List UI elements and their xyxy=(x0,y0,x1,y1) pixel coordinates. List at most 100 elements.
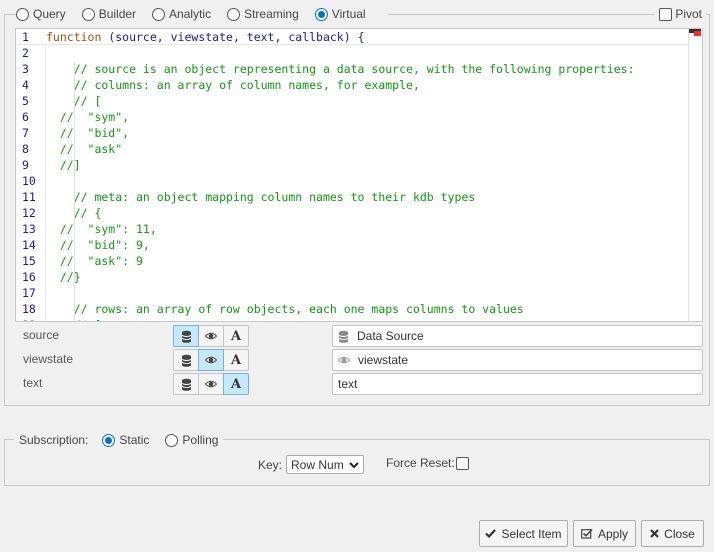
text-type-button[interactable]: A xyxy=(223,349,249,371)
viewstate-type-button[interactable] xyxy=(198,325,224,347)
radio-polling-label: Polling xyxy=(182,433,219,447)
text-icon: A xyxy=(230,376,242,392)
line-number: 5 xyxy=(22,94,29,108)
code-comment: // "ask": 9 xyxy=(46,254,143,268)
error-marker xyxy=(694,31,701,36)
force-reset-checkbox[interactable] xyxy=(455,456,469,470)
radio-static[interactable]: Static xyxy=(102,433,149,447)
radio-polling-circle[interactable] xyxy=(165,433,179,447)
check-square-icon xyxy=(581,528,593,539)
code-line[interactable]: //} xyxy=(46,269,81,285)
code-comment: //] xyxy=(46,158,81,172)
radio-static-label: Static xyxy=(119,433,150,447)
line-number: 13 xyxy=(22,222,36,236)
key-label: Key: xyxy=(258,457,283,472)
param-type-toggle: A xyxy=(173,325,249,347)
key-field: Key: Row Num xyxy=(258,455,364,474)
radio-streaming-circle[interactable] xyxy=(227,7,241,21)
code-line[interactable]: // "sym", xyxy=(46,109,129,125)
text-icon: A xyxy=(230,352,242,368)
line-number: 12 xyxy=(22,206,36,220)
code-comment: // "bid", xyxy=(46,126,130,140)
line-number: 4 xyxy=(22,78,29,92)
line-number: 8 xyxy=(22,142,29,156)
pivot-checkbox[interactable] xyxy=(659,7,673,21)
radio-builder-label: Builder xyxy=(98,7,137,21)
close-button[interactable]: Close xyxy=(641,520,704,547)
param-value: Data Source xyxy=(357,329,424,343)
code-line[interactable]: // meta: an object mapping column names … xyxy=(46,189,476,205)
code-line[interactable]: // source is an object representing a da… xyxy=(46,61,635,77)
editor-scrollbar[interactable] xyxy=(688,29,702,321)
radio-query-label: Query xyxy=(33,7,66,21)
select-item-label: Select Item xyxy=(501,526,562,541)
query-type-radio-group: Query Builder Analytic Streaming Virtual xyxy=(16,5,388,23)
param-row-source: source A Data Source xyxy=(15,325,703,347)
force-reset-label: Force Reset: xyxy=(386,456,455,470)
radio-analytic[interactable]: Analytic xyxy=(152,7,211,21)
apply-label: Apply xyxy=(597,526,629,541)
key-select[interactable]: Row Num xyxy=(286,455,364,474)
code-line[interactable]: // columns: an array of column names, fo… xyxy=(46,77,420,93)
param-name: source xyxy=(23,328,60,342)
param-value-input[interactable]: text xyxy=(332,373,703,395)
radio-polling[interactable]: Polling xyxy=(165,433,218,447)
code-line[interactable]: //] xyxy=(46,157,81,173)
apply-button[interactable]: Apply xyxy=(573,520,636,547)
radio-builder[interactable]: Builder xyxy=(81,7,137,21)
select-item-button[interactable]: Select Item xyxy=(479,520,568,547)
text-icon: A xyxy=(230,328,242,344)
code-comment: // "sym", xyxy=(46,110,130,124)
viewstate-type-button[interactable] xyxy=(198,349,224,371)
line-number: 6 xyxy=(22,110,29,124)
viewstate-type-button[interactable] xyxy=(198,373,224,395)
code-line[interactable]: // "sym": 11, xyxy=(46,221,157,237)
force-reset-field: Force Reset: xyxy=(386,456,472,470)
radio-query-circle[interactable] xyxy=(16,7,29,21)
datasource-type-button[interactable] xyxy=(173,373,199,395)
gutter-separator xyxy=(45,45,46,321)
text-type-button[interactable]: A xyxy=(223,373,249,395)
param-value: text xyxy=(338,377,358,391)
pivot-checkbox-container[interactable]: Pivot xyxy=(655,5,706,23)
code-line[interactable]: // rows: an array of row objects, each o… xyxy=(46,301,524,317)
radio-static-circle[interactable] xyxy=(102,433,116,447)
code-keyword: function xyxy=(46,30,102,44)
line-number: 10 xyxy=(22,174,36,188)
text-type-button[interactable]: A xyxy=(223,325,249,347)
eye-icon xyxy=(205,332,217,340)
line-number: 18 xyxy=(22,302,36,316)
radio-virtual-label: Virtual xyxy=(331,7,366,21)
code-line[interactable]: // "ask": 9 xyxy=(46,253,143,269)
code-line[interactable]: // "ask" xyxy=(46,141,122,157)
line-number: 17 xyxy=(22,286,36,300)
radio-analytic-label: Analytic xyxy=(169,7,212,21)
datasource-type-button[interactable] xyxy=(173,325,199,347)
key-select-value: Row Num xyxy=(291,457,344,472)
radio-streaming[interactable]: Streaming xyxy=(227,7,299,21)
code-comment: // "bid": 9, xyxy=(46,238,150,252)
radio-query[interactable]: Query xyxy=(16,7,66,21)
line-number: 11 xyxy=(22,190,36,204)
code-line[interactable]: // "bid", xyxy=(46,125,129,141)
radio-virtual-circle[interactable] xyxy=(314,7,328,21)
database-icon xyxy=(181,378,192,391)
radio-streaming-label: Streaming xyxy=(244,7,299,21)
line-number: 2 xyxy=(22,46,29,60)
chevron-down-icon xyxy=(348,461,359,469)
code-editor[interactable]: 1 function (source, viewstate, text, call… xyxy=(15,28,703,322)
param-value-input[interactable]: Data Source xyxy=(332,325,703,347)
code-line[interactable]: // "bid": 9, xyxy=(46,237,150,253)
line-number: 9 xyxy=(22,158,29,172)
line-number: 3 xyxy=(22,62,29,76)
radio-builder-circle[interactable] xyxy=(81,7,95,21)
datasource-type-button[interactable] xyxy=(173,349,199,371)
database-icon xyxy=(338,330,349,343)
param-type-toggle: A xyxy=(173,349,249,371)
subscription-legend: Subscription: Static Polling xyxy=(14,431,224,449)
param-value-input[interactable]: viewstate xyxy=(332,349,703,371)
pivot-label: Pivot xyxy=(675,7,702,21)
radio-analytic-circle[interactable] xyxy=(152,7,166,21)
radio-virtual[interactable]: Virtual xyxy=(314,7,366,21)
code-line[interactable]: function (source, viewstate, text, callb… xyxy=(46,29,365,45)
